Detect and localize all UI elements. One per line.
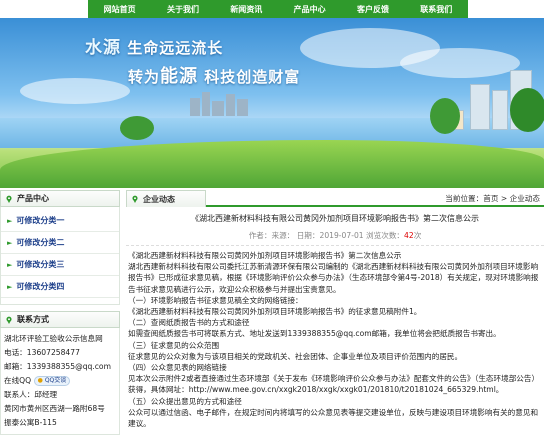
nav-home[interactable]: 网站首页 [100,4,140,15]
city-building [226,94,235,116]
arrow-right-icon: ► [7,282,13,291]
arrow-right-icon: ► [7,216,13,225]
slogan-tech: 科技创造财富 [204,68,301,86]
category-item-3[interactable]: ► 可修改分类三 [1,254,119,276]
article-meta: 作者：来源： 日期：2019-07-01 浏览次数：42次 [126,230,544,246]
hero-banner: 水源 生命远远流长 转为能源 科技创造财富 [0,18,544,188]
contact-company: 湖北环评验工验收公示信息网 [4,334,103,343]
tower-building [470,84,490,130]
contact-address: 黄冈市黄州区西湖一路附68号 [4,404,105,413]
city-building [202,92,210,116]
slogan-energy: 能源 [160,66,199,87]
contact-box-header: 联系方式 [0,311,120,328]
contact-email: 邮箱：1339388355@qq.com [4,362,111,371]
article-paragraph: 《湖北西建新材料科技有限公司黄冈外加剂项目环境影响报告书》的征求意见稿附件1。 [128,307,422,317]
category-item-2[interactable]: ► 可修改分类二 [1,232,119,254]
qq-chat-label: QQ交谈 [44,377,67,384]
article-paragraph: （四）公众意见表的网络链接 [128,363,227,373]
breadcrumb-current-link[interactable]: 企业动态 [510,194,540,203]
city-building [237,99,248,116]
contact-box-title: 联系方式 [17,315,49,324]
contact-info: 湖北环评验工验收公示信息网 电话：13607258477 邮箱：13393883… [0,328,120,435]
location-pin-icon [132,195,138,203]
tree [510,88,544,132]
slogan-water: 水源 [85,38,121,58]
article-paragraph: 见本次公示附件2或者直接通过生态环境部《关于发布《环境影响评价公众参与办法》配套… [128,374,540,395]
meta-views-count: 42 [404,231,414,240]
breadcrumb: 当前位置：首页 > 企业动态 [445,193,540,204]
category-item-4[interactable]: ► 可修改分类四 [1,276,119,298]
category-label: 可修改分类二 [16,238,65,247]
nav-about[interactable]: 关于我们 [163,4,203,15]
article-paragraph: 如需查阅纸质报告书可将联系方式、地址发送到1339388355@qq.com邮箱… [128,329,501,339]
cloud [20,78,130,104]
slogan-turn: 转为 [128,68,161,86]
location-pin-icon [6,195,12,203]
nav-contact[interactable]: 联系我们 [416,4,456,15]
slogan-life: 生命远远流长 [127,39,224,57]
article-paragraph: （一）环境影响报告书征求意见稿全文的网络链接： [128,295,303,305]
contact-address-2: 振泰公寓B-115 [4,418,57,427]
nav-feedback[interactable]: 客户反馈 [353,4,393,15]
meta-views-label: 浏览次数： [366,231,405,240]
nav-products[interactable]: 产品中心 [290,4,330,15]
qq-chat-button[interactable]: ● QQ交谈 [33,376,71,386]
article-paragraph: 征求意见的公众对象为与该项目相关的党政机关、社会团体、企事业单位及项目评价范围内… [128,351,463,361]
banner-slogan-2: 转为能源 科技创造财富 [128,62,300,88]
breadcrumb-prefix: 当前位置： [445,194,484,203]
category-label: 可修改分类四 [16,282,65,291]
qq-icon: ● [37,377,43,384]
location-pin-icon [6,316,12,324]
left-sidebar: 产品中心 ► 可修改分类一 ► 可修改分类二 ► 可修改分类三 ► 可修改分类四 联系方… [0,190,120,435]
nav-news[interactable]: 新闻资讯 [226,4,266,15]
article-body: 《湖北西建新材料科技有限公司黄冈外加剂项目环境影响报告书》第二次信息公示 湖北西… [126,246,544,429]
products-box-header: 产品中心 [0,190,120,207]
article-title: 《湖北西建新材料科技有限公司黄冈外加剂项目环境影响报告书》第二次信息公示 [191,214,479,223]
content-header: 企业动态 当前位置：首页 > 企业动态 [126,190,544,207]
meta-author: 作者：来源： [248,231,295,240]
cloud [400,48,520,78]
category-list: ► 可修改分类一 ► 可修改分类二 ► 可修改分类三 ► 可修改分类四 [0,207,120,305]
section-title: 企业动态 [143,194,175,204]
main-content: 企业动态 当前位置：首页 > 企业动态 《湖北西建新材料科技有限公司黄冈外加剂项… [126,190,544,429]
contact-person: 联系人：邱经理 [4,390,58,399]
products-box-title: 产品中心 [17,194,49,203]
nav-bar: 网站首页 关于我们 新闻资讯 产品中心 客户反馈 联系我们 [88,0,468,18]
article-paragraph: （五）公众提出意见的方式和途径 [128,396,242,406]
article-paragraph: 《湖北西建新材料科技有限公司黄冈外加剂项目环境影响报告书》第二次信息公示 [128,251,402,260]
article-paragraph: 公众可以通过信函、电子邮件，在规定时间内将填写的公众意见表等提交建设单位，反映与… [128,407,539,429]
tree [120,116,154,140]
meta-views-suffix: 次 [413,231,422,240]
meta-date: 日期：2019-07-01 [296,231,364,240]
contact-qq-label: 在线QQ [4,376,32,385]
breadcrumb-separator: > [498,194,510,203]
arrow-right-icon: ► [7,238,13,247]
breadcrumb-home-link[interactable]: 首页 [483,194,498,203]
article-paragraph: （二）查阅纸质报告书的方式和途径 [128,318,250,328]
article-paragraph: 湖北西建新材料科技有限公司委托江苏新清源环保有限公司编制的《湖北西建新材料科技有… [128,262,539,294]
city-building [212,101,224,116]
contact-qq-row: 在线QQ ● QQ交谈 [4,374,116,388]
section-tab: 企业动态 [126,190,206,207]
category-label: 可修改分类一 [16,216,65,225]
contact-phone: 电话：13607258477 [4,348,80,357]
article-paragraph: （三）征求意见的公众范围 [128,340,220,350]
tower-building [492,90,508,130]
category-label: 可修改分类三 [16,260,65,269]
top-nav: 网站首页 关于我们 新闻资讯 产品中心 客户反馈 联系我们 [0,0,544,18]
banner-slogan-1: 水源 生命远远流长 [85,33,223,58]
tree [430,98,460,134]
arrow-right-icon: ► [7,260,13,269]
city-building [190,98,200,116]
category-item-1[interactable]: ► 可修改分类一 [1,210,119,232]
